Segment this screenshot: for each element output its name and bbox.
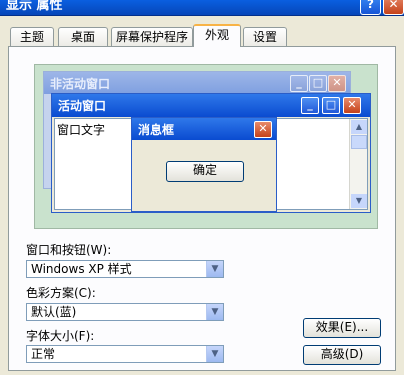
font-size-select[interactable]: 正常 ▼ [26, 345, 224, 363]
tab-themes[interactable]: 主题 [10, 27, 54, 46]
scroll-up-icon: ▲ [351, 120, 367, 134]
tab-desktop[interactable]: 桌面 [58, 27, 108, 46]
window-text: 窗口文字 [57, 123, 106, 137]
close-icon: ✕ [254, 121, 272, 138]
chevron-down-icon[interactable]: ▼ [206, 261, 223, 277]
chevron-down-icon[interactable]: ▼ [206, 304, 223, 320]
active-title-bar: 活动窗口 _ □ ✕ [52, 94, 370, 117]
maximize-icon: □ [309, 75, 327, 92]
tab-screensaver[interactable]: 屏幕保护程序 [111, 27, 193, 46]
windows-buttons-label: 窗口和按钮(W): [26, 243, 112, 257]
appearance-preview: 非活动窗口 _ □ ✕ 活动窗口 _ □ ✕ 窗口文字 ▲ ▼ 消息框 ✕ 确定 [34, 64, 378, 229]
windows-buttons-select[interactable]: Windows XP 样式 ▼ [26, 260, 224, 278]
font-size-value: 正常 [31, 347, 56, 361]
window-title-bar: 显示 属性 ? ✕ [0, 0, 404, 16]
effects-button[interactable]: 效果(E)... [303, 318, 381, 338]
ok-button: 确定 [166, 161, 244, 182]
close-icon: ✕ [343, 97, 361, 114]
color-scheme-value: 默认(蓝) [31, 305, 77, 319]
minimize-icon: _ [301, 97, 319, 114]
advanced-button[interactable]: 高级(D) [303, 345, 381, 365]
color-scheme-label: 色彩方案(C): [26, 286, 96, 300]
scrollbar: ▲ ▼ [349, 119, 367, 209]
scroll-thumb [351, 135, 367, 149]
window-title: 显示 属性 [6, 0, 63, 13]
font-size-label: 字体大小(F): [26, 329, 95, 343]
chevron-down-icon[interactable]: ▼ [206, 346, 223, 362]
maximize-icon: □ [322, 97, 340, 114]
msgbox-title-bar: 消息框 ✕ [132, 118, 276, 140]
tab-settings[interactable]: 设置 [243, 27, 287, 46]
color-scheme-select[interactable]: 默认(蓝) ▼ [26, 303, 224, 321]
inactive-title-bar: 非活动窗口 _ □ ✕ [44, 72, 350, 94]
minimize-icon: _ [290, 75, 308, 92]
close-icon: ✕ [328, 75, 346, 92]
tab-appearance[interactable]: 外观 [193, 24, 241, 47]
windows-buttons-value: Windows XP 样式 [31, 262, 132, 276]
scroll-down-icon: ▼ [351, 194, 367, 208]
close-button[interactable]: ✕ [383, 0, 404, 15]
help-button[interactable]: ? [360, 0, 381, 15]
message-box: 消息框 ✕ 确定 [131, 117, 277, 212]
